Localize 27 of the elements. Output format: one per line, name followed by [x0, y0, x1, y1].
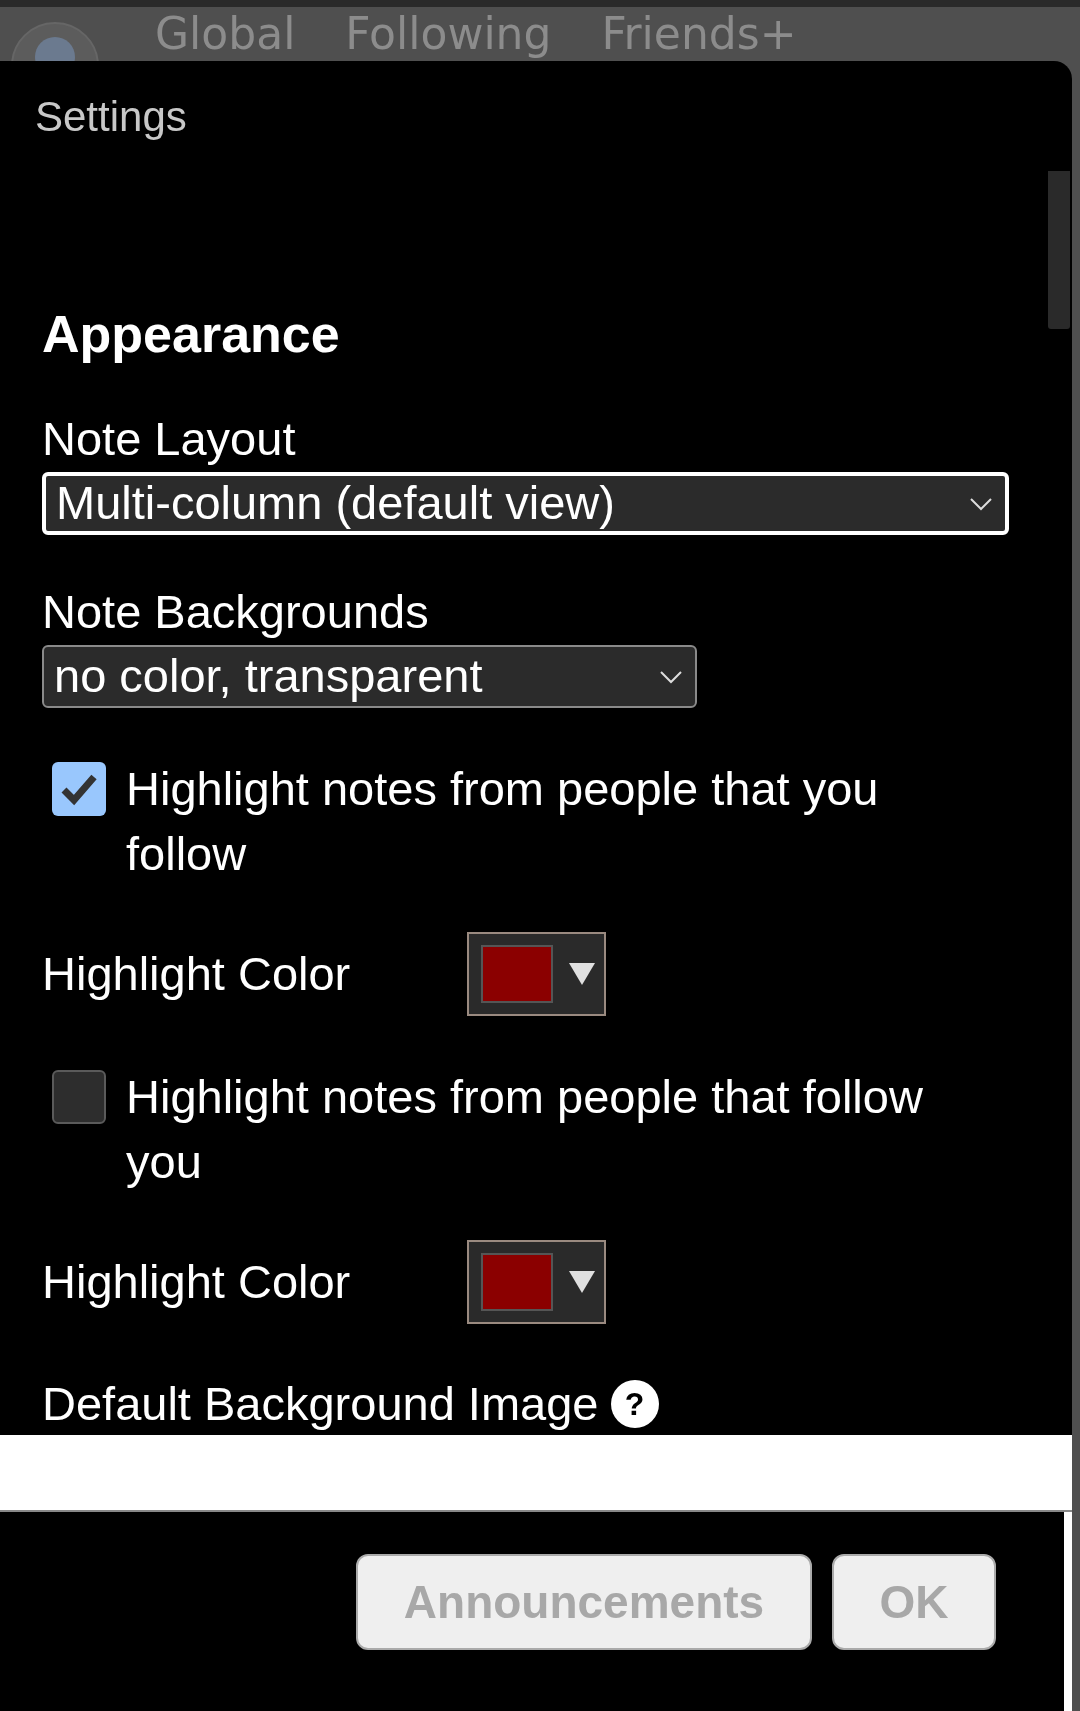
dialog-button[interactable]: OK: [832, 1554, 996, 1650]
chevron-down-icon: [659, 669, 683, 684]
setting-label: Note Layout: [42, 411, 297, 467]
dialog-button[interactable]: Announcements: [356, 1554, 812, 1650]
section-heading: Appearance: [42, 306, 340, 362]
dropdown-select[interactable]: no color, transparent: [42, 645, 697, 708]
checkbox[interactable]: [52, 1070, 106, 1124]
feed-tab[interactable]: Global: [155, 8, 296, 60]
checkbox-label: Highlight notes from people that you follow: [126, 761, 880, 882]
checkbox[interactable]: [52, 762, 106, 816]
color-picker[interactable]: [467, 932, 606, 1016]
setting-label: Highlight Color: [42, 946, 352, 1002]
dropdown-triangle-icon: [569, 963, 595, 985]
setting-label: Note Backgrounds: [42, 584, 430, 640]
feed-tab[interactable]: Following: [345, 8, 552, 60]
dropdown-triangle-icon: [569, 1271, 595, 1293]
dialog-title: Settings: [35, 93, 187, 140]
dropdown-select[interactable]: Multi-column (default view): [42, 472, 1009, 535]
color-picker[interactable]: [467, 1240, 606, 1324]
help-icon[interactable]: ?: [610, 1380, 659, 1428]
scrollbar[interactable]: [1048, 171, 1070, 329]
checkmark-icon: [60, 772, 98, 806]
chevron-down-icon: [969, 496, 993, 511]
setting-label: Highlight Color: [42, 1254, 352, 1310]
feed-tab[interactable]: Friends+: [601, 8, 797, 60]
checkbox-label: Highlight notes from people that follow you: [126, 1069, 924, 1190]
setting-label: Default Background Image: [42, 1376, 599, 1432]
